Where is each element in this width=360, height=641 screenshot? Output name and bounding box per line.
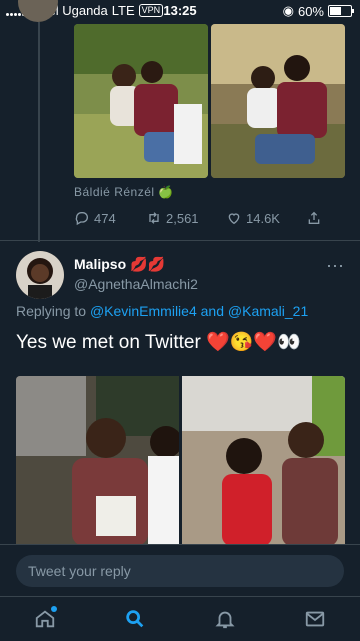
reply-user-link-2[interactable]: @Kamali_21 <box>228 303 308 319</box>
thread-line <box>38 22 40 242</box>
reply-composer: Tweet your reply <box>0 544 360 597</box>
reply-count: 474 <box>94 210 116 226</box>
bottom-tab-bar <box>0 596 360 641</box>
tweet-photo-3[interactable] <box>16 376 179 546</box>
battery-icon <box>328 5 354 17</box>
user-handle[interactable]: @AgnethaAlmachi2 <box>74 276 198 292</box>
tweet-divider <box>0 240 360 241</box>
like-count: 14.6K <box>246 210 280 226</box>
retweet-count: 2,561 <box>166 210 199 226</box>
reply-and: and <box>196 303 228 319</box>
tweet-photo-4[interactable] <box>182 376 345 546</box>
battery-percent: 60% <box>297 3 324 19</box>
more-options-icon[interactable]: ⋯ <box>326 256 344 277</box>
display-name[interactable]: Malipso 💋💋 <box>74 256 165 273</box>
tweet-actions: 474 2,561 14.6K <box>74 210 344 226</box>
location-icon: ◉ <box>282 3 294 18</box>
envelope-icon <box>305 611 325 627</box>
reply-user-link-1[interactable]: @KevinEmmilie4 <box>90 303 197 319</box>
like-button[interactable]: 14.6K <box>226 210 306 226</box>
tab-messages[interactable] <box>295 599 335 639</box>
bell-icon <box>215 611 235 629</box>
tweet-photo-1[interactable] <box>74 24 208 178</box>
status-right: ◉ 60% <box>282 3 354 19</box>
share-button[interactable] <box>306 210 336 226</box>
tab-notifications[interactable] <box>205 599 245 639</box>
retweet-icon <box>149 212 159 224</box>
share-icon <box>308 211 320 224</box>
reply-button[interactable]: 474 <box>74 210 146 226</box>
reply-input[interactable]: Tweet your reply <box>16 555 344 587</box>
search-icon <box>126 610 144 628</box>
avatar[interactable] <box>16 251 64 299</box>
tweet-text: Yes we met on Twitter ❤️😘❤️👀 <box>16 332 301 353</box>
heart-icon <box>228 213 240 225</box>
tab-search[interactable] <box>115 599 155 639</box>
notification-dot <box>51 606 57 612</box>
tweet-photo-2[interactable] <box>211 24 345 178</box>
replying-prefix: Replying to <box>16 303 90 319</box>
photo-caption: Báldié Rénzél 🍏 <box>74 185 174 199</box>
tab-home[interactable] <box>25 599 65 639</box>
reply-icon <box>75 212 88 226</box>
retweet-button[interactable]: 2,561 <box>146 210 226 226</box>
replying-to: Replying to @KevinEmmilie4 and @Kamali_2… <box>16 303 308 319</box>
